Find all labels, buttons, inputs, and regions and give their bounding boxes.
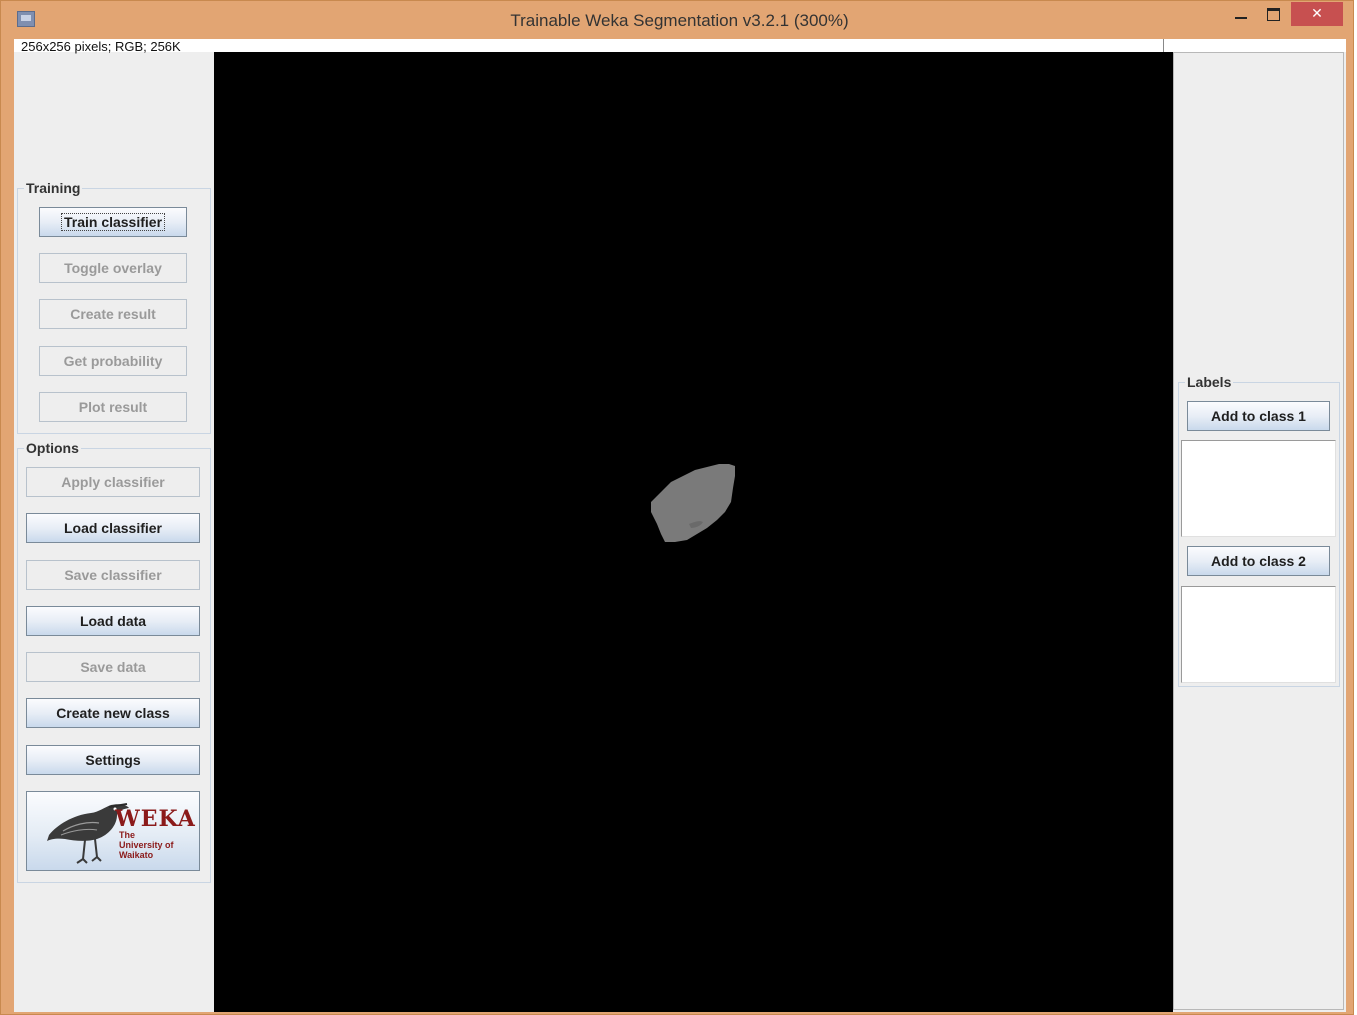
client-area: 256x256 pixels; RGB; 256K Training Train… bbox=[14, 39, 1346, 1012]
training-group-label: Training bbox=[24, 180, 83, 196]
create-result-button[interactable]: Create result bbox=[39, 299, 187, 329]
labels-group-label: Labels bbox=[1185, 374, 1234, 390]
toggle-overlay-button[interactable]: Toggle overlay bbox=[39, 253, 187, 283]
load-data-button[interactable]: Load data bbox=[26, 606, 200, 636]
segmentation-blob bbox=[651, 464, 735, 542]
status-divider bbox=[1163, 39, 1164, 52]
weka-logo-button[interactable]: WEKA The University of Waikato bbox=[26, 791, 200, 871]
class-2-list[interactable] bbox=[1181, 586, 1336, 683]
image-info-text: 256x256 pixels; RGB; 256K bbox=[21, 39, 181, 54]
create-new-class-button[interactable]: Create new class bbox=[26, 698, 200, 728]
plot-result-button[interactable]: Plot result bbox=[39, 392, 187, 422]
class-1-list[interactable] bbox=[1181, 440, 1336, 537]
status-bar: 256x256 pixels; RGB; 256K bbox=[14, 39, 1346, 54]
minimize-icon[interactable] bbox=[1228, 2, 1254, 26]
options-group-label: Options bbox=[24, 440, 81, 456]
train-classifier-button[interactable]: Train classifier bbox=[39, 207, 187, 237]
load-classifier-button[interactable]: Load classifier bbox=[26, 513, 200, 543]
get-probability-button[interactable]: Get probability bbox=[39, 346, 187, 376]
window-title: Trainable Weka Segmentation v3.2.1 (300%… bbox=[510, 11, 849, 30]
settings-button[interactable]: Settings bbox=[26, 745, 200, 775]
add-to-class-2-button[interactable]: Add to class 2 bbox=[1187, 546, 1330, 576]
title-bar[interactable]: Trainable Weka Segmentation v3.2.1 (300%… bbox=[1, 1, 1355, 39]
save-classifier-button[interactable]: Save classifier bbox=[26, 560, 200, 590]
application-window: Trainable Weka Segmentation v3.2.1 (300%… bbox=[0, 0, 1354, 1015]
image-canvas[interactable] bbox=[214, 52, 1173, 1012]
maximize-icon[interactable] bbox=[1259, 2, 1287, 26]
add-to-class-1-button[interactable]: Add to class 1 bbox=[1187, 401, 1330, 431]
weka-logo-subtitle: The University of Waikato bbox=[119, 830, 174, 860]
apply-classifier-button[interactable]: Apply classifier bbox=[26, 467, 200, 497]
close-icon[interactable]: ✕ bbox=[1291, 2, 1343, 26]
weka-logo-word: WEKA bbox=[115, 806, 196, 832]
save-data-button[interactable]: Save data bbox=[26, 652, 200, 682]
train-classifier-label: Train classifier bbox=[60, 213, 166, 231]
